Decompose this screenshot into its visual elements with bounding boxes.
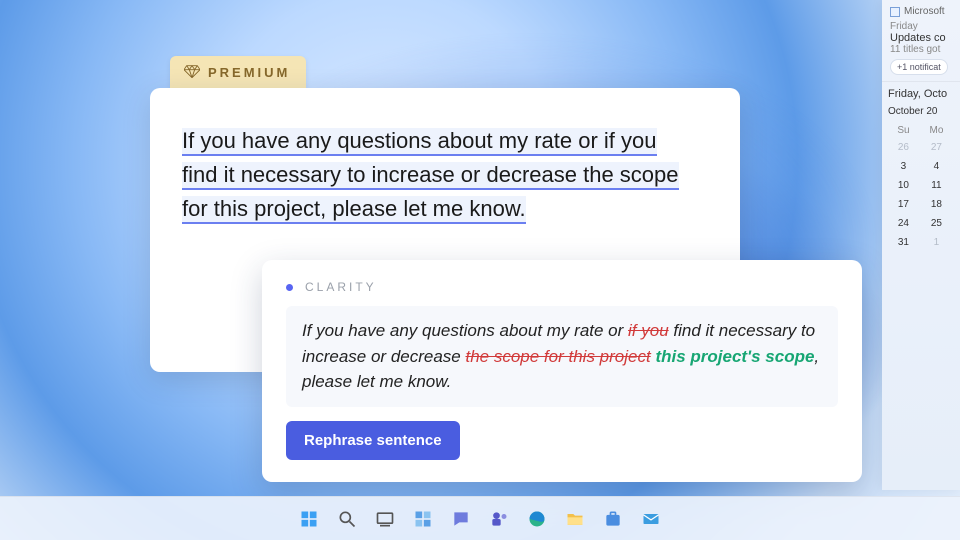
chat-icon[interactable] bbox=[449, 507, 473, 531]
suggestion-category: CLARITY bbox=[305, 280, 377, 294]
premium-badge: PREMIUM bbox=[170, 56, 306, 89]
calendar-dow: Su bbox=[888, 123, 919, 138]
teams-icon[interactable] bbox=[487, 507, 511, 531]
calendar-day[interactable]: 11 bbox=[919, 176, 954, 195]
calendar-month: October 20 bbox=[888, 106, 954, 117]
calendar-day[interactable]: 27 bbox=[919, 138, 954, 157]
store-icon[interactable] bbox=[601, 507, 625, 531]
news-source: Microsoft bbox=[904, 6, 945, 17]
notification-chip[interactable]: +1 notificat bbox=[890, 59, 948, 75]
calendar-day[interactable]: 31 bbox=[888, 233, 919, 252]
widgets-panel[interactable]: Microsoft Friday Updates co 11 titles go… bbox=[882, 0, 960, 490]
premium-label: PREMIUM bbox=[208, 65, 290, 80]
suggestion-strike: if you bbox=[628, 321, 669, 340]
news-day: Friday bbox=[890, 21, 952, 32]
calendar-day[interactable]: 1 bbox=[919, 233, 954, 252]
editor-line[interactable]: If you have any questions about my rate … bbox=[182, 128, 657, 156]
calendar-grid[interactable]: SuMo 262734101117182425311 bbox=[888, 123, 954, 252]
search-icon[interactable] bbox=[335, 507, 359, 531]
editor-line[interactable]: for this project, please let me know. bbox=[182, 196, 526, 224]
calendar-dow: Mo bbox=[919, 123, 954, 138]
edge-icon[interactable] bbox=[525, 507, 549, 531]
news-subline: 11 titles got bbox=[890, 44, 952, 55]
calendar-day[interactable]: 10 bbox=[888, 176, 919, 195]
suggestion-strike: the scope for this project bbox=[465, 347, 650, 366]
suggestion-card: CLARITY If you have any questions about … bbox=[262, 260, 862, 482]
microsoft-icon bbox=[890, 7, 900, 17]
mail-icon[interactable] bbox=[639, 507, 663, 531]
calendar-day[interactable]: 3 bbox=[888, 157, 919, 176]
widgets-icon[interactable] bbox=[411, 507, 435, 531]
editor-line[interactable]: find it necessary to increase or decreas… bbox=[182, 162, 679, 190]
calendar-day[interactable]: 25 bbox=[919, 214, 954, 233]
explorer-icon[interactable] bbox=[563, 507, 587, 531]
suggestion-insert: this project's scope bbox=[655, 347, 814, 366]
start-icon[interactable] bbox=[297, 507, 321, 531]
calendar-date: Friday, Octo bbox=[888, 88, 954, 100]
calendar-day[interactable]: 4 bbox=[919, 157, 954, 176]
taskbar[interactable] bbox=[0, 496, 960, 540]
calendar-day[interactable]: 18 bbox=[919, 195, 954, 214]
calendar-day[interactable]: 17 bbox=[888, 195, 919, 214]
calendar-widget[interactable]: Friday, Octo October 20 SuMo 26273410111… bbox=[882, 82, 960, 258]
editor-text[interactable]: If you have any questions about my rate … bbox=[182, 128, 679, 224]
suggestion-header: CLARITY bbox=[286, 280, 838, 294]
diamond-icon bbox=[184, 64, 200, 81]
rephrase-button[interactable]: Rephrase sentence bbox=[286, 421, 460, 460]
taskview-icon[interactable] bbox=[373, 507, 397, 531]
news-widget[interactable]: Microsoft Friday Updates co 11 titles go… bbox=[882, 0, 960, 82]
calendar-day[interactable]: 26 bbox=[888, 138, 919, 157]
news-headline: Updates co bbox=[890, 32, 952, 44]
category-dot-icon bbox=[286, 284, 293, 291]
calendar-day[interactable]: 24 bbox=[888, 214, 919, 233]
suggestion-text: If you have any questions about my rate … bbox=[302, 321, 628, 340]
suggestion-body: If you have any questions about my rate … bbox=[286, 306, 838, 407]
